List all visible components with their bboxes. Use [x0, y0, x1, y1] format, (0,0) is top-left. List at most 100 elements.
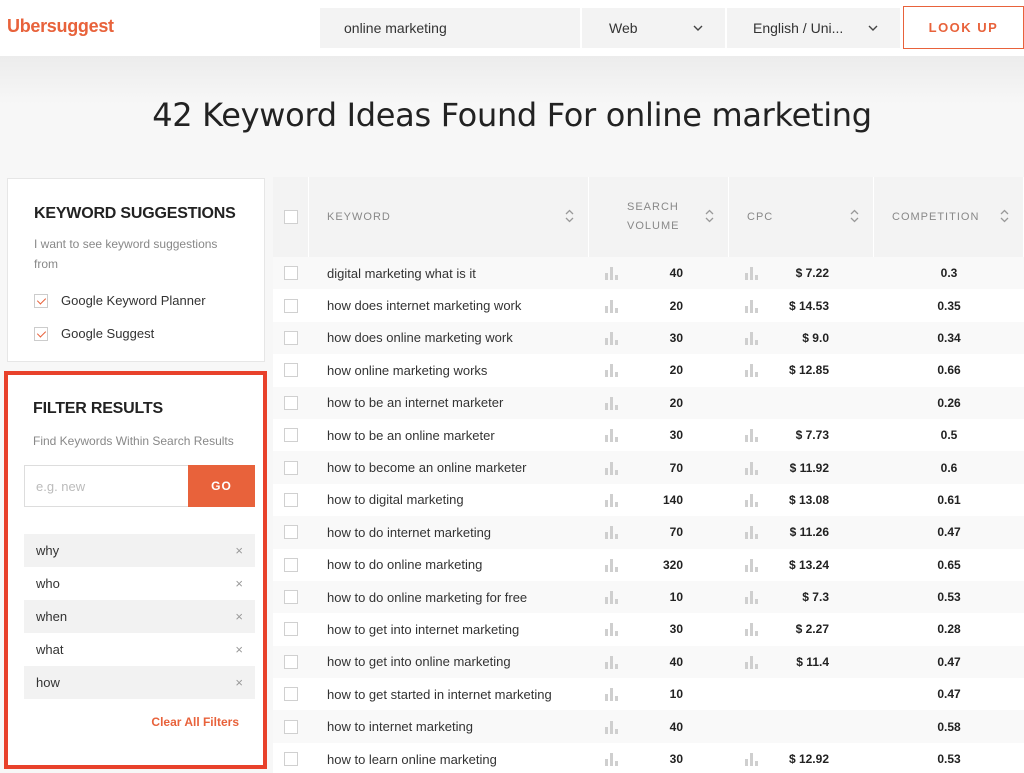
row-checkbox[interactable]	[284, 330, 298, 345]
table-row[interactable]: how to be an internet marketer 20 0.26	[273, 386, 1024, 419]
bar-chart-icon[interactable]	[745, 622, 759, 637]
bar-chart-icon[interactable]	[605, 331, 619, 345]
bar-chart-icon[interactable]	[605, 752, 619, 767]
keyword-cell[interactable]: how to get into online marketing	[309, 654, 589, 669]
row-checkbox[interactable]	[284, 363, 298, 378]
bar-chart-icon[interactable]	[745, 363, 759, 378]
keyword-cell[interactable]: how to get into internet marketing	[309, 622, 589, 637]
keyword-cell[interactable]: how to do online marketing for free	[309, 590, 589, 605]
row-checkbox[interactable]	[284, 266, 298, 281]
bar-chart-icon[interactable]	[605, 720, 619, 734]
keyword-search-input[interactable]	[320, 8, 580, 48]
keyword-cell[interactable]: how to do internet marketing	[309, 525, 589, 540]
table-row[interactable]: how online marketing works 20 $ 12.85 0.66	[273, 354, 1024, 386]
sort-icon[interactable]	[1000, 209, 1009, 223]
look-up-button[interactable]: LOOK UP	[903, 6, 1024, 49]
option-google-suggest[interactable]: Google Suggest	[34, 326, 154, 341]
bar-chart-icon[interactable]	[605, 655, 619, 669]
column-header-keyword[interactable]: KEYWORD	[309, 177, 589, 257]
bar-chart-icon[interactable]	[745, 331, 759, 345]
bar-chart-icon[interactable]	[605, 461, 619, 475]
row-checkbox[interactable]	[284, 298, 298, 313]
bar-chart-icon[interactable]	[605, 590, 619, 605]
sort-icon[interactable]	[850, 209, 859, 223]
keyword-cell[interactable]: how to become an online marketer	[309, 460, 589, 475]
bar-chart-icon[interactable]	[745, 299, 759, 313]
table-row[interactable]: how does internet marketing work 20 $ 14.5…	[273, 289, 1024, 321]
table-row[interactable]: how to internet marketing 40 0.58	[273, 710, 1024, 743]
keyword-cell[interactable]: how online marketing works	[309, 363, 589, 378]
table-row[interactable]: how to be an online marketer 30 $ 7.73 0.5	[273, 419, 1024, 451]
column-header-cpc[interactable]: CPC	[729, 177, 874, 257]
row-checkbox[interactable]	[284, 557, 298, 572]
keyword-cell[interactable]: how to do online marketing	[309, 557, 589, 572]
row-checkbox[interactable]	[284, 395, 298, 410]
close-icon[interactable]: ×	[235, 543, 243, 558]
table-row[interactable]: how to get into internet marketing 30 $ 2.…	[273, 613, 1024, 645]
logo[interactable]: Ubersuggest	[7, 16, 114, 37]
column-header-competition[interactable]: COMPETITION	[874, 177, 1024, 257]
row-checkbox[interactable]	[284, 460, 298, 475]
bar-chart-icon[interactable]	[745, 752, 759, 767]
bar-chart-icon[interactable]	[745, 558, 759, 572]
platform-select[interactable]: Web	[582, 8, 725, 48]
row-checkbox[interactable]	[284, 492, 298, 507]
bar-chart-icon[interactable]	[605, 363, 619, 378]
close-icon[interactable]: ×	[235, 642, 243, 657]
keyword-cell[interactable]: how does online marketing work	[309, 330, 589, 345]
bar-chart-icon[interactable]	[605, 622, 619, 637]
table-row[interactable]: how to become an online marketer 70 $ 11.9…	[273, 451, 1024, 484]
bar-chart-icon[interactable]	[605, 687, 619, 702]
keyword-cell[interactable]: how to get started in internet marketing	[309, 687, 589, 702]
close-icon[interactable]: ×	[235, 675, 243, 690]
keyword-cell[interactable]: how does internet marketing work	[309, 298, 589, 313]
select-all-checkbox[interactable]	[283, 210, 298, 224]
table-row[interactable]: how to learn online marketing 30 $ 12.92 0.…	[273, 743, 1024, 773]
bar-chart-icon[interactable]	[605, 558, 619, 572]
column-header-search-volume[interactable]: SEARCH VOLUME	[589, 177, 729, 257]
bar-chart-icon[interactable]	[745, 428, 759, 443]
option-google-keyword-planner[interactable]: Google Keyword Planner	[34, 293, 206, 308]
bar-chart-icon[interactable]	[745, 655, 759, 669]
table-row[interactable]: how to digital marketing 140 $ 13.08 0.61	[273, 484, 1024, 516]
checkmark-icon[interactable]	[34, 293, 48, 308]
close-icon[interactable]: ×	[235, 576, 243, 591]
bar-chart-icon[interactable]	[745, 266, 759, 281]
go-button[interactable]: GO	[188, 465, 255, 507]
close-icon[interactable]: ×	[235, 609, 243, 624]
language-select[interactable]: English / Uni...	[727, 8, 900, 48]
keyword-cell[interactable]: how to internet marketing	[309, 719, 589, 734]
row-checkbox[interactable]	[284, 752, 298, 767]
bar-chart-icon[interactable]	[605, 396, 619, 410]
keyword-cell[interactable]: how to learn online marketing	[309, 752, 589, 767]
table-row[interactable]: how does online marketing work 30 $ 9.0 0.3…	[273, 321, 1024, 355]
keyword-cell[interactable]: digital marketing what is it	[309, 266, 589, 281]
keyword-cell[interactable]: how to be an online marketer	[309, 428, 589, 443]
bar-chart-icon[interactable]	[605, 266, 619, 281]
bar-chart-icon[interactable]	[745, 493, 759, 507]
row-checkbox[interactable]	[284, 654, 298, 669]
sort-icon[interactable]	[565, 209, 574, 223]
table-row[interactable]: digital marketing what is it 40 $ 7.22 0.3	[273, 257, 1024, 290]
clear-all-filters-link[interactable]: Clear All Filters	[151, 715, 239, 729]
checkmark-icon[interactable]	[34, 326, 48, 341]
keyword-cell[interactable]: how to digital marketing	[309, 492, 589, 507]
sort-icon[interactable]	[705, 209, 714, 223]
row-checkbox[interactable]	[284, 622, 298, 637]
table-row[interactable]: how to do online marketing 320 $ 13.24 0.65	[273, 549, 1024, 581]
bar-chart-icon[interactable]	[605, 299, 619, 313]
table-row[interactable]: how to get started in internet marketing…	[273, 678, 1024, 710]
row-checkbox[interactable]	[284, 428, 298, 443]
row-checkbox[interactable]	[284, 590, 298, 605]
bar-chart-icon[interactable]	[605, 493, 619, 507]
keyword-cell[interactable]: how to be an internet marketer	[309, 395, 589, 410]
bar-chart-icon[interactable]	[745, 461, 759, 475]
row-checkbox[interactable]	[284, 687, 298, 702]
table-row[interactable]: how to get into online marketing 40 $ 11.4…	[273, 645, 1024, 679]
bar-chart-icon[interactable]	[605, 428, 619, 443]
table-row[interactable]: how to do online marketing for free 10 $ 7…	[273, 580, 1024, 614]
row-checkbox[interactable]	[284, 719, 298, 734]
row-checkbox[interactable]	[284, 525, 298, 540]
bar-chart-icon[interactable]	[745, 590, 759, 605]
filter-input[interactable]	[24, 465, 188, 507]
